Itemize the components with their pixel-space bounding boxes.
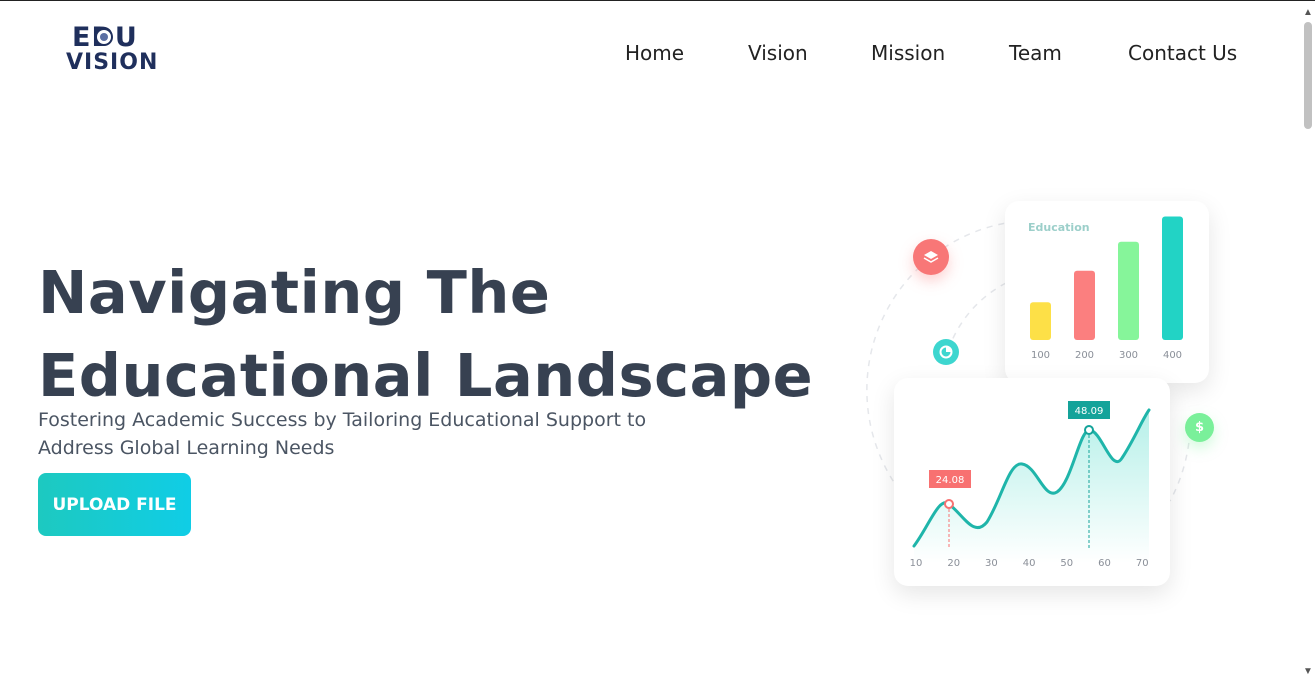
bar-400: [1162, 216, 1183, 340]
hero-subtitle: Fostering Academic Success by Tailoring …: [38, 406, 678, 462]
bar-label-300: 300: [1119, 350, 1138, 361]
marker-point-1: [944, 499, 954, 509]
hero-subtitle-line2: Address Global Learning Needs: [38, 437, 335, 459]
x-tick-70: 70: [1136, 558, 1149, 569]
layers-icon: [913, 239, 949, 275]
upload-file-button[interactable]: UPLOAD FILE: [38, 473, 191, 536]
marker-label-2: 48.09: [1075, 406, 1104, 417]
bar-label-100: 100: [1031, 350, 1050, 361]
hero-title: Navigating The Educational Landscape: [38, 251, 813, 417]
x-tick-30: 30: [985, 558, 998, 569]
x-tick-60: 60: [1098, 558, 1111, 569]
bar-chart: 100 200 300 400: [1030, 216, 1183, 361]
bar-chart-card: Education 100 200 300 400: [1005, 201, 1209, 383]
marker-point-2: [1084, 425, 1094, 435]
x-tick-50: 50: [1060, 558, 1073, 569]
hero-title-line2: Educational Landscape: [38, 341, 814, 410]
hero-illustration: $ Education 100 200 300 400 24.08 48.09 10 20 3…: [860, 191, 1280, 621]
bar-label-200: 200: [1075, 350, 1094, 361]
bar-label-400: 400: [1163, 350, 1182, 361]
nav-team[interactable]: Team: [1009, 41, 1062, 65]
line-chart: 24.08 48.09 10 20 30 40 50 60 70: [910, 401, 1151, 569]
x-tick-10: 10: [910, 558, 923, 569]
hero-title-line1: Navigating The: [38, 258, 551, 327]
nav-vision[interactable]: Vision: [748, 41, 808, 65]
bar-200: [1074, 270, 1095, 340]
scroll-down-arrow-icon[interactable]: ▼: [1303, 667, 1313, 677]
bar-100: [1030, 302, 1051, 340]
scroll-up-arrow-icon[interactable]: ▲: [1303, 8, 1313, 18]
logo-text-bottom: VISION: [66, 50, 159, 75]
x-tick-20: 20: [947, 558, 960, 569]
line-chart-card: 24.08 48.09 10 20 30 40 50 60 70: [894, 378, 1170, 586]
pie-chart-icon: [933, 339, 959, 365]
dollar-icon: $: [1185, 413, 1214, 442]
page-scrollbar[interactable]: ▲ ▼: [1300, 2, 1315, 680]
scrollbar-thumb[interactable]: [1304, 22, 1312, 129]
logo[interactable]: EDU VISION: [66, 23, 166, 77]
nav-mission[interactable]: Mission: [871, 41, 945, 65]
globe-icon: [95, 28, 113, 46]
bar-300: [1118, 241, 1139, 340]
hero-subtitle-line1: Fostering Academic Success by Tailoring …: [38, 409, 647, 431]
marker-label-1: 24.08: [936, 475, 965, 486]
nav-home[interactable]: Home: [625, 41, 684, 65]
nav-contact-us[interactable]: Contact Us: [1128, 41, 1237, 65]
x-tick-40: 40: [1023, 558, 1036, 569]
